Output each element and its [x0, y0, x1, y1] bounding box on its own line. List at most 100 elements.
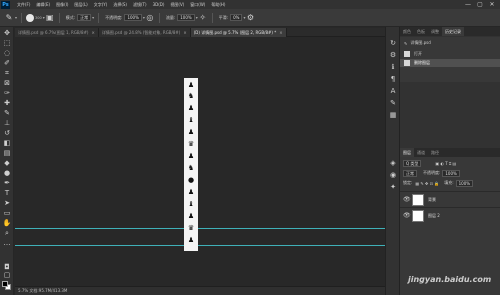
layer-opacity-field[interactable]: 100%	[442, 169, 460, 177]
flow-field[interactable]: 100%	[177, 14, 195, 21]
path-select-tool-icon[interactable]: ➤	[2, 199, 12, 208]
tab-label: 详情图.psd @ 24.8% (智能对象, RGB/8#)	[101, 30, 181, 35]
tab-history[interactable]: 历史记录	[442, 27, 464, 36]
history-panel-icon[interactable]: ↻	[388, 39, 398, 48]
guide-line[interactable]	[15, 228, 385, 229]
chevron-down-icon[interactable]: ▾	[15, 15, 17, 20]
more-tools-icon[interactable]: …	[2, 239, 12, 248]
character-panel-icon[interactable]: A	[388, 87, 398, 96]
dodge-tool-icon[interactable]: ●	[2, 169, 12, 178]
layer-opacity-label: 不透明度:	[423, 170, 441, 175]
tab-paths[interactable]: 路径	[428, 148, 442, 157]
canvas-area[interactable]: ♟ ♞ ♟ ♝ ♟ ♛ ♟ ♞ ● ♟ ♝ ♟ ♛ ♟	[15, 38, 385, 286]
type-tool-icon[interactable]: T	[2, 189, 12, 198]
minimize-button[interactable]: —	[462, 1, 474, 8]
close-button[interactable]: ✕	[486, 1, 498, 8]
tab-adjustments[interactable]: 调整	[428, 27, 442, 36]
properties-panel-icon[interactable]: ⚙	[388, 51, 398, 60]
panel-icon-strip: ↻ ⚙ ℹ ¶ A ✎ ▦ ◈ ◉ ✦	[385, 27, 399, 295]
gradient-tool-icon[interactable]: ▤	[2, 149, 12, 158]
eye-icon[interactable]: 👁	[403, 212, 412, 219]
menu-edit[interactable]: 编辑(E)	[36, 2, 50, 8]
tab-channels[interactable]: 通道	[414, 148, 428, 157]
crop-tool-icon[interactable]: ⌗	[2, 69, 12, 78]
menu-view[interactable]: 视图(V)	[170, 2, 184, 8]
menu-select[interactable]: 选择(S)	[113, 2, 127, 8]
filter-icons[interactable]: ▣ ◐ T ⌗ ▤	[435, 161, 456, 166]
lock-icons[interactable]: ▦ ✎ ✥ ⊡ 🔒	[415, 181, 439, 186]
quick-select-tool-icon[interactable]: ✐	[2, 59, 12, 68]
history-item[interactable]: 删除图层	[400, 59, 500, 67]
screen-mode-icon[interactable]: ▢	[2, 271, 12, 280]
menu-3d[interactable]: 3D(D)	[153, 2, 165, 7]
rectangle-tool-icon[interactable]: ▭	[2, 209, 12, 218]
menu-layer[interactable]: 图层(L)	[74, 2, 87, 8]
healing-brush-tool-icon[interactable]: ✚	[2, 99, 12, 108]
tools-panel: ✥ ⬚ ◌ ✐ ⌗ ⊠ ✑ ✚ ✎ ⊥ ↺ ◧ ▤ ◆ ● ✒ T ➤ ▭ ✋ …	[0, 27, 14, 295]
smooth-field[interactable]: 0%	[230, 14, 243, 21]
foreground-color-swatch[interactable]	[2, 281, 8, 287]
document-canvas[interactable]: ♟ ♞ ♟ ♝ ♟ ♛ ♟ ♞ ● ♟ ♝ ♟ ♛ ♟	[184, 78, 198, 251]
swatches-panel-icon[interactable]: ▦	[388, 111, 398, 120]
eye-icon[interactable]: 👁	[403, 196, 412, 203]
info-panel-icon[interactable]: ℹ	[388, 63, 398, 72]
menu-type[interactable]: 文字(Y)	[94, 2, 108, 8]
gear-icon[interactable]: ⚙	[245, 13, 255, 23]
close-icon[interactable]: ×	[279, 30, 282, 35]
brush-preset-icon[interactable]	[26, 13, 35, 22]
tab-color[interactable]: 颜色	[400, 27, 414, 36]
layer-row[interactable]: 👁 背景	[400, 191, 500, 207]
layers-panel-icon[interactable]: ◈	[388, 159, 398, 168]
zoom-tool-icon[interactable]: ⌕	[2, 229, 12, 238]
guide-line[interactable]	[15, 245, 385, 246]
brush-settings-icon[interactable]: ✎	[388, 99, 398, 108]
close-icon[interactable]: ×	[183, 30, 186, 35]
history-snapshot[interactable]: ✎ 详情图.psd	[400, 39, 500, 47]
pen-tool-icon[interactable]: ✒	[2, 179, 12, 188]
menu-file[interactable]: 文件(F)	[17, 2, 30, 8]
blend-mode-select[interactable]: 正常	[403, 169, 417, 177]
tab-layers[interactable]: 图层	[400, 148, 414, 157]
marquee-tool-icon[interactable]: ⬚	[2, 39, 12, 48]
eraser-tool-icon[interactable]: ✎	[4, 13, 14, 23]
channels-panel-icon[interactable]: ◉	[388, 171, 398, 180]
mode-select[interactable]: 正常	[77, 14, 92, 21]
history-item[interactable]: 打开	[400, 50, 500, 58]
tab-swatches[interactable]: 色板	[414, 27, 428, 36]
paths-panel-icon[interactable]: ✦	[388, 183, 398, 192]
pressure-opacity-icon[interactable]: ◎	[145, 13, 155, 23]
layer-row[interactable]: 👁 图层 2	[400, 207, 500, 223]
brush-panel-icon[interactable]: ▣	[45, 13, 55, 23]
airbrush-icon[interactable]: ✧	[198, 13, 208, 23]
frame-tool-icon[interactable]: ⊠	[2, 79, 12, 88]
eraser-tool-icon[interactable]: ◧	[2, 139, 12, 148]
chevron-down-icon[interactable]: ▾	[92, 15, 94, 20]
eyedropper-tool-icon[interactable]: ✑	[2, 89, 12, 98]
paragraph-panel-icon[interactable]: ¶	[388, 75, 398, 84]
lasso-tool-icon[interactable]: ◌	[2, 49, 12, 58]
tab-document-1[interactable]: 详情图.psd @ 6.7%(图层 1, RGB/8#) ×	[15, 28, 99, 37]
photoshop-logo[interactable]: Ps	[1, 0, 10, 9]
menu-filter[interactable]: 滤镜(T)	[133, 2, 147, 8]
layers-panel-tabs: 图层 通道 路径	[400, 148, 500, 157]
hand-tool-icon[interactable]: ✋	[2, 219, 12, 228]
status-bar: 5.7% 文档:95.7M/413.3M	[15, 286, 385, 295]
fill-field[interactable]: 100%	[455, 179, 474, 187]
layer-filter-select[interactable]: Q 类型	[403, 159, 422, 167]
brush-tool-icon[interactable]: ✎	[2, 109, 12, 118]
move-tool-icon[interactable]: ✥	[2, 29, 12, 38]
tab-document-2[interactable]: 详情图.psd @ 24.8% (智能对象, RGB/8#) ×	[98, 28, 191, 37]
close-icon[interactable]: ×	[92, 30, 95, 35]
history-brush-tool-icon[interactable]: ↺	[2, 129, 12, 138]
blur-tool-icon[interactable]: ◆	[2, 159, 12, 168]
options-bar: ✎ ▾ 300 ▾ ▣ 模式: 正常 ▾ 不透明度: 100% ▾ ◎ 流量: …	[0, 9, 500, 27]
opacity-label: 不透明度:	[105, 14, 123, 20]
maximize-button[interactable]: ▢	[474, 1, 486, 8]
tab-document-3[interactable]: (D) 详情图.psd @ 5.7% (图层 2, RGB/8#) * ×	[190, 28, 287, 37]
opacity-field[interactable]: 100%	[124, 14, 142, 21]
menu-window[interactable]: 窗口(W)	[190, 2, 205, 8]
figure-icon: ♛	[187, 224, 195, 232]
menu-help[interactable]: 帮助(H)	[211, 2, 225, 8]
clone-stamp-tool-icon[interactable]: ⊥	[2, 119, 12, 128]
menu-image[interactable]: 图像(I)	[56, 2, 68, 8]
